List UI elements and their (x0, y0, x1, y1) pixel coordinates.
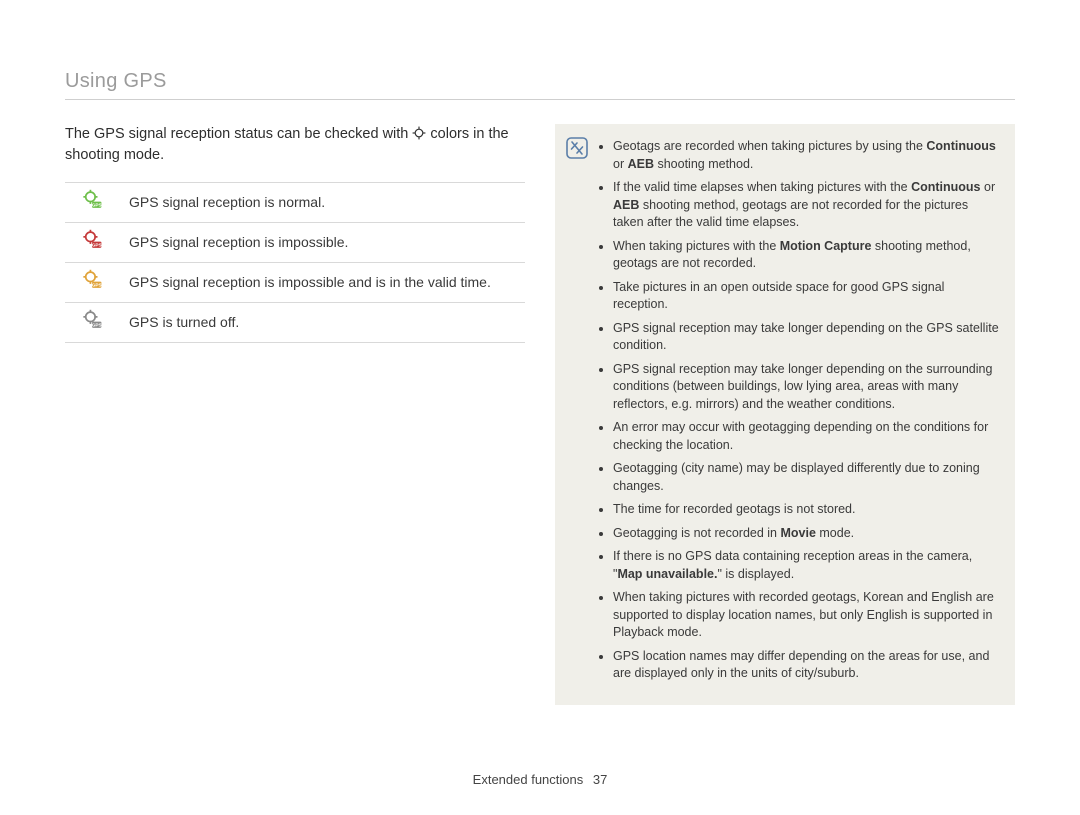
note-run: AEB (628, 157, 654, 171)
footer-section: Extended functions (473, 772, 584, 787)
table-row: GPS GPS signal reception is normal. (65, 183, 525, 223)
note-run: GPS signal reception may take longer dep… (613, 362, 992, 411)
left-column: The GPS signal reception status can be c… (65, 124, 525, 705)
gps-status-table: GPSGPS signal reception is normal.GPSGPS… (65, 182, 525, 343)
list-item: Geotags are recorded when taking picture… (613, 138, 999, 173)
svg-text:GPS: GPS (92, 202, 102, 207)
svg-text:GPS: GPS (92, 242, 102, 247)
list-item: GPS location names may differ depending … (613, 648, 999, 683)
table-row: GPS GPS signal reception is impossible an… (65, 262, 525, 302)
gps-valid-icon: GPS (65, 262, 119, 302)
note-run: " is displayed. (717, 567, 794, 581)
note-list: Geotags are recorded when taking picture… (599, 138, 999, 683)
note-run: or (613, 157, 628, 171)
gps-normal-icon: GPS (65, 183, 119, 223)
note-run: GPS location names may differ depending … (613, 649, 989, 681)
intro-pre: The GPS signal reception status can be c… (65, 126, 412, 142)
status-text: GPS signal reception is normal. (119, 183, 525, 223)
note-run: shooting method. (654, 157, 753, 171)
list-item: If there is no GPS data containing recep… (613, 548, 999, 583)
note-run: AEB (613, 198, 639, 212)
table-row: GPS GPS signal reception is impossible. (65, 222, 525, 262)
list-item: When taking pictures with the Motion Cap… (613, 238, 999, 273)
page-footer: Extended functions 37 (0, 772, 1080, 787)
note-run: If the valid time elapses when taking pi… (613, 180, 911, 194)
list-item: An error may occur with geotagging depen… (613, 419, 999, 454)
gps-impossible-icon: GPS (65, 222, 119, 262)
right-column: Geotags are recorded when taking picture… (555, 124, 1015, 705)
svg-text:GPS: GPS (92, 282, 102, 287)
note-run: Movie (780, 526, 815, 540)
title-rule (65, 99, 1015, 100)
note-box: Geotags are recorded when taking picture… (555, 124, 1015, 705)
note-run: Geotagging is not recorded in (613, 526, 780, 540)
note-run: Geotags are recorded when taking picture… (613, 139, 926, 153)
note-run: Take pictures in an open outside space f… (613, 280, 944, 312)
note-icon (565, 136, 589, 160)
note-run: mode. (816, 526, 854, 540)
list-item: Geotagging is not recorded in Movie mode… (613, 525, 999, 543)
note-run: GPS signal reception may take longer dep… (613, 321, 999, 353)
list-item: If the valid time elapses when taking pi… (613, 179, 999, 232)
note-run: Continuous (911, 180, 980, 194)
note-run: When taking pictures with the (613, 239, 780, 253)
list-item: Take pictures in an open outside space f… (613, 279, 999, 314)
status-text: GPS signal reception is impossible and i… (119, 262, 525, 302)
note-run: The time for recorded geotags is not sto… (613, 502, 856, 516)
list-item: GPS signal reception may take longer dep… (613, 361, 999, 414)
list-item: The time for recorded geotags is not sto… (613, 501, 999, 519)
note-run: shooting method, geotags are not recorde… (613, 198, 968, 230)
intro-text: The GPS signal reception status can be c… (65, 124, 525, 166)
note-run: Map unavailable. (617, 567, 717, 581)
gps-off-icon: GPS (65, 302, 119, 342)
note-run: or (981, 180, 996, 194)
page-title: Using GPS (65, 70, 1015, 93)
status-text: GPS is turned off. (119, 302, 525, 342)
note-run: An error may occur with geotagging depen… (613, 420, 988, 452)
two-column-layout: The GPS signal reception status can be c… (65, 124, 1015, 705)
status-text: GPS signal reception is impossible. (119, 222, 525, 262)
note-run: When taking pictures with recorded geota… (613, 590, 994, 639)
list-item: When taking pictures with recorded geota… (613, 589, 999, 642)
list-item: Geotagging (city name) may be displayed … (613, 460, 999, 495)
gps-status-tbody: GPSGPS signal reception is normal.GPSGPS… (65, 183, 525, 343)
note-run: Motion Capture (780, 239, 872, 253)
table-row: GPS GPS is turned off. (65, 302, 525, 342)
note-run: Continuous (926, 139, 995, 153)
list-item: GPS signal reception may take longer dep… (613, 320, 999, 355)
gps-reticle-icon (412, 126, 426, 140)
footer-page-number: 37 (593, 772, 607, 787)
note-run: Geotagging (city name) may be displayed … (613, 461, 980, 493)
svg-text:GPS: GPS (92, 322, 102, 327)
document-page: Using GPS The GPS signal reception statu… (0, 0, 1080, 815)
